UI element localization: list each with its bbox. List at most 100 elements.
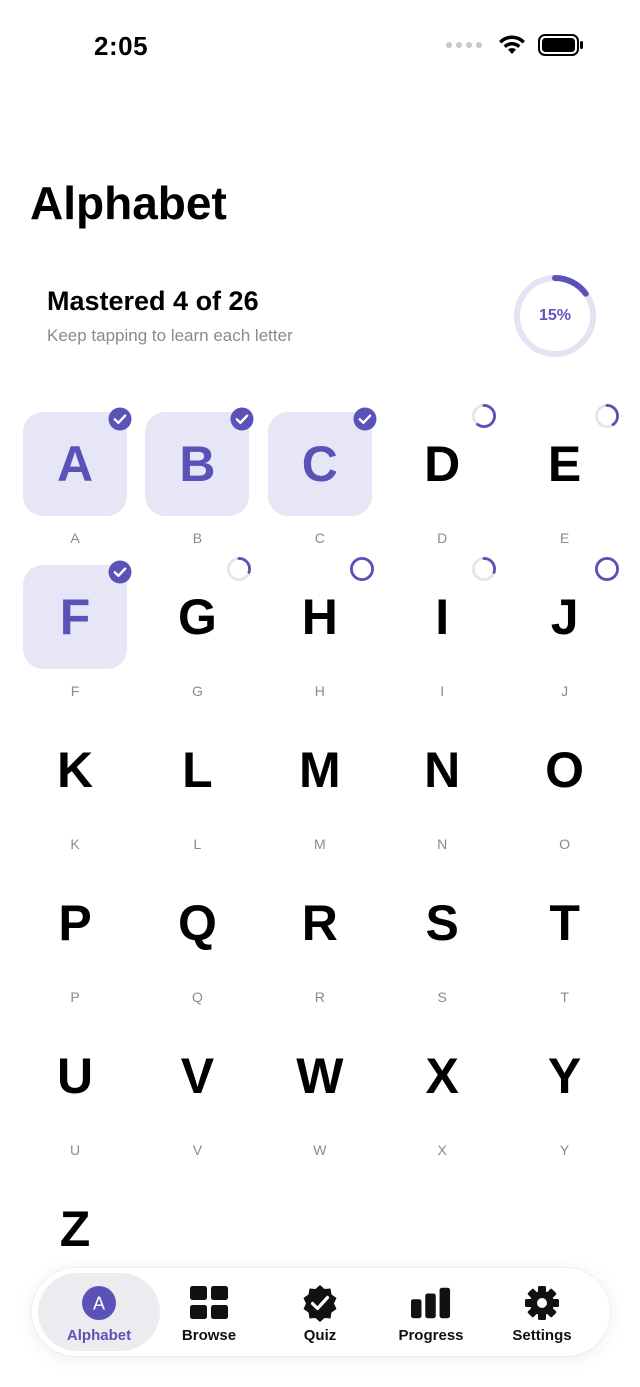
letter-cell-s[interactable]: SS — [381, 865, 503, 1018]
letter-cell-h[interactable]: HH — [259, 557, 381, 712]
letter-cell-m[interactable]: MM — [259, 712, 381, 865]
letter-caption: G — [191, 683, 203, 699]
letter-caption: T — [560, 989, 569, 1005]
letter-tile[interactable]: Q — [145, 871, 249, 975]
letter-caption: P — [70, 989, 80, 1005]
mastered-check-icon — [108, 560, 132, 584]
grid-icon — [189, 1285, 229, 1321]
letter-cell-d[interactable]: DD — [381, 404, 503, 559]
letter-caption: S — [437, 989, 447, 1005]
letter-cell-i[interactable]: II — [381, 557, 503, 712]
tab-quiz[interactable]: Quiz — [259, 1273, 381, 1351]
letter-cell-v[interactable]: VV — [136, 1018, 258, 1171]
summary-subtitle: Keep tapping to learn each letter — [47, 326, 293, 345]
letter-cell-o[interactable]: OO — [504, 712, 626, 865]
letter-tile[interactable]: M — [268, 718, 372, 822]
tab-browse-label: Browse — [181, 1327, 237, 1344]
letter-progress-ring — [472, 404, 497, 428]
letter-tile[interactable]: T — [513, 871, 617, 975]
letter-caption: B — [192, 530, 203, 546]
letter-caption: J — [561, 683, 569, 699]
letter-cell-y[interactable]: YY — [504, 1018, 626, 1171]
letter-progress-ring — [594, 404, 619, 428]
letter-cell-c[interactable]: CC — [259, 406, 381, 559]
tab-browse[interactable]: Browse — [148, 1273, 270, 1351]
letter-caption: F — [70, 683, 80, 699]
letter-cell-k[interactable]: KK — [14, 712, 136, 865]
letter-caption: D — [437, 530, 448, 546]
letter-cell-t[interactable]: TT — [504, 865, 626, 1018]
tab-progress-label: Progress — [398, 1327, 464, 1344]
letter-tile[interactable]: Z — [23, 1177, 127, 1281]
page-title: Alphabet — [30, 177, 227, 229]
mastered-check-icon — [108, 407, 132, 431]
letter-caption: V — [192, 1142, 203, 1158]
mastered-check-icon — [230, 407, 254, 431]
tab-settings-label: Settings — [512, 1327, 572, 1344]
tab-quiz-label: Quiz — [303, 1327, 337, 1344]
tab-progress[interactable]: Progress — [370, 1273, 492, 1351]
wifi-icon — [499, 35, 525, 54]
letter-progress-ring — [227, 557, 252, 581]
letter-cell-x[interactable]: XX — [381, 1018, 503, 1171]
letter-cell-g[interactable]: GG — [136, 557, 258, 712]
letter-tile[interactable]: W — [268, 1024, 372, 1128]
letter-tile[interactable]: Y — [513, 1024, 617, 1128]
letter-tile[interactable]: V — [145, 1024, 249, 1128]
letter-cell-e[interactable]: EE — [504, 404, 626, 559]
letter-caption: W — [313, 1142, 327, 1158]
letter-caption: E — [559, 530, 570, 546]
letter-caption: Q — [191, 989, 203, 1005]
letter-caption: U — [69, 1142, 81, 1158]
letter-cell-w[interactable]: WW — [259, 1018, 381, 1171]
letter-tile[interactable]: X — [390, 1024, 494, 1128]
letter-tile[interactable]: N — [390, 718, 494, 822]
letter-tile[interactable]: P — [23, 871, 127, 975]
letter-caption: Y — [559, 1142, 570, 1158]
letter-caption: L — [193, 836, 202, 852]
letter-cell-j[interactable]: JJ — [504, 557, 626, 712]
letter-cell-r[interactable]: RR — [259, 865, 381, 1018]
letter-cell-q[interactable]: QQ — [136, 865, 258, 1018]
gear-icon — [522, 1285, 562, 1321]
letter-progress-ring — [349, 557, 374, 581]
letter-cell-u[interactable]: UU — [14, 1018, 136, 1171]
letter-cell-n[interactable]: NN — [381, 712, 503, 865]
letter-tile[interactable]: U — [23, 1024, 127, 1128]
tab-alphabet[interactable]: A Alphabet — [38, 1273, 160, 1351]
letter-caption: M — [313, 836, 326, 852]
letter-tile[interactable]: K — [23, 718, 127, 822]
status-icons — [446, 34, 584, 56]
mastered-count: Mastered 4 of 26 — [47, 286, 259, 316]
letter-cell-l[interactable]: LL — [136, 712, 258, 865]
letter-caption: R — [314, 989, 325, 1005]
letter-caption: I — [440, 683, 445, 699]
letter-cell-p[interactable]: PP — [14, 865, 136, 1018]
tab-settings[interactable]: Settings — [481, 1273, 603, 1351]
letter-cell-a[interactable]: AA — [14, 406, 136, 559]
letter-tile[interactable]: L — [145, 718, 249, 822]
tab-alphabet-label: Alphabet — [66, 1327, 132, 1344]
letter-cell-b[interactable]: BB — [136, 406, 258, 559]
letter-caption: H — [314, 683, 325, 699]
letter-caption: C — [314, 530, 325, 546]
quiz-badge-icon — [300, 1285, 340, 1322]
mastered-check-icon — [353, 407, 377, 431]
letter-cell-f[interactable]: FF — [14, 559, 136, 712]
letter-progress-ring — [594, 557, 619, 581]
battery-icon — [538, 34, 583, 56]
letter-caption: N — [437, 836, 448, 852]
alphabet-screen: 2:05 Alphabet Mastered 4 of 26 Keep tapp… — [0, 0, 640, 1387]
letter-tile[interactable]: R — [268, 871, 372, 975]
letter-progress-ring — [472, 557, 497, 581]
tab-bar: A Alphabet Browse Quiz Progress Settings — [32, 1268, 610, 1356]
overall-progress-ring: 15% — [512, 273, 598, 359]
alphabet-icon: A — [79, 1285, 119, 1321]
progress-percent: 15% — [538, 307, 572, 324]
letter-caption: K — [70, 836, 80, 852]
letter-tile[interactable]: S — [390, 871, 494, 975]
bar-chart-icon — [411, 1285, 451, 1321]
letter-caption: O — [559, 836, 571, 852]
letter-tile[interactable]: O — [513, 718, 617, 822]
letter-caption: A — [70, 530, 80, 546]
